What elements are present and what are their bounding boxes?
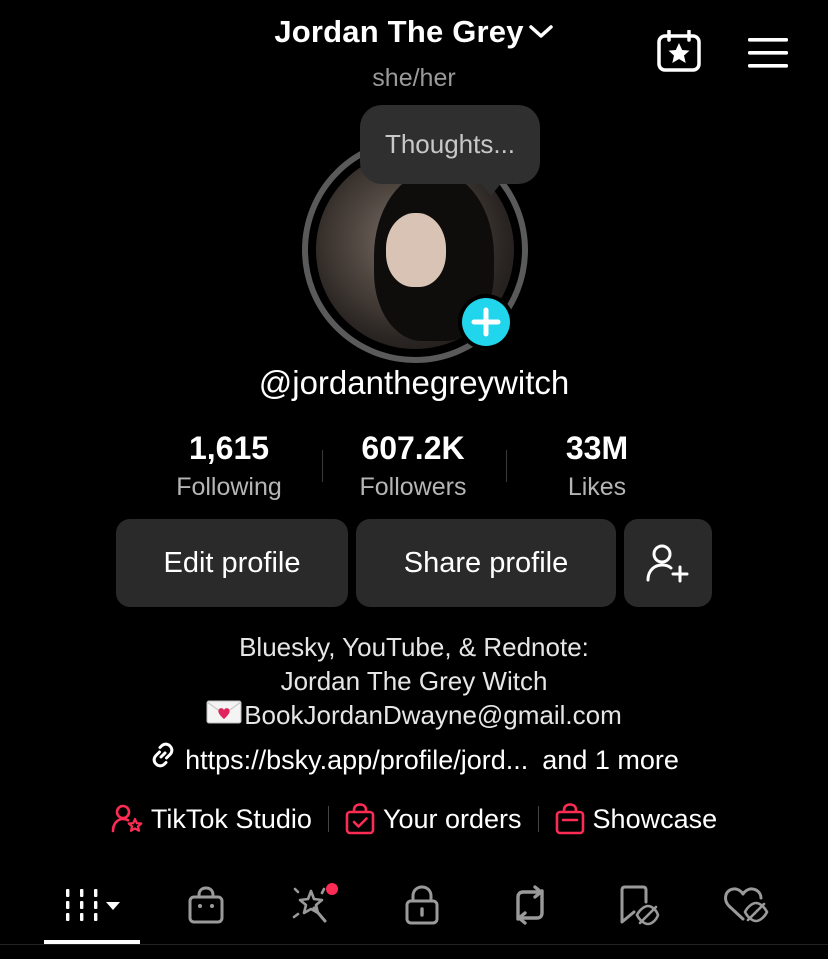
notification-dot (326, 883, 338, 895)
stat-followers[interactable]: 607.2K Followers (323, 430, 503, 502)
videos-grid-icon (66, 889, 120, 921)
tab-reposts[interactable] (480, 870, 580, 940)
shop-bag-icon (188, 886, 224, 924)
bio-link-url[interactable]: https://bsky.app/profile/jord... (185, 745, 528, 776)
add-story-button[interactable] (458, 294, 514, 350)
tab-videos[interactable] (42, 870, 142, 940)
more-links-button[interactable]: and 1 more (542, 745, 679, 776)
thoughts-text: Thoughts... (384, 129, 516, 159)
bio-email-line: BookJordanDwayne@gmail.com (0, 700, 828, 731)
edit-profile-button[interactable]: Edit profile (116, 519, 348, 607)
chevron-down-icon (528, 23, 554, 46)
hamburger-menu-icon[interactable] (746, 36, 790, 70)
username-handle: @jordanthegreywitch (258, 364, 570, 401)
bio-email: BookJordanDwayne@gmail.com (244, 700, 622, 730)
your-orders-link[interactable]: Your orders (345, 803, 522, 835)
stat-likes[interactable]: 33M Likes (507, 430, 687, 502)
calendar-star-icon[interactable] (656, 29, 704, 74)
lock-icon (405, 885, 439, 925)
stat-label: Followers (359, 473, 467, 501)
profile-content-tabs (0, 870, 828, 959)
tabbar-divider (0, 944, 828, 945)
plus-icon (471, 307, 501, 337)
tab-shop[interactable] (156, 870, 256, 940)
liked-hidden-icon (724, 887, 769, 923)
creator-tools-row: TikTok Studio Your orders Showcase (0, 803, 828, 835)
bio-links[interactable]: https://bsky.app/profile/jord... and 1 mo… (0, 741, 828, 776)
favorites-hidden-icon (620, 885, 660, 926)
sparkle-wand-icon (292, 883, 338, 923)
bio-line: Bluesky, YouTube, & Rednote: (239, 632, 589, 662)
tool-label: Your orders (382, 803, 522, 834)
creator-star-icon (111, 804, 143, 833)
shopping-bag-icon (555, 803, 584, 835)
stat-label: Likes (567, 473, 627, 501)
showcase-link[interactable]: Showcase (555, 803, 718, 835)
tab-liked[interactable] (696, 870, 796, 940)
bio-line: Jordan The Grey Witch (280, 666, 548, 696)
tiktok-studio-link[interactable]: TikTok Studio (111, 803, 312, 835)
tool-label: TikTok Studio (150, 803, 312, 834)
tab-favorites[interactable] (588, 870, 688, 940)
share-profile-button[interactable]: Share profile (356, 519, 616, 607)
tool-divider (537, 806, 539, 832)
tab-effects[interactable] (264, 870, 364, 940)
stat-value: 607.2K (361, 430, 465, 466)
shopping-bag-check-icon (345, 803, 375, 835)
add-friend-button[interactable] (624, 519, 712, 607)
repost-icon (516, 885, 544, 925)
stat-value: 1,615 (188, 430, 270, 466)
stat-label: Following (176, 473, 282, 501)
stat-following[interactable]: 1,615 Following (139, 430, 319, 502)
tab-private[interactable] (372, 870, 472, 940)
link-icon (149, 741, 177, 776)
stat-value: 33M (565, 430, 629, 466)
love-letter-icon (206, 700, 242, 731)
tool-divider (327, 806, 329, 832)
display-name: Jordan The Grey (274, 14, 524, 49)
bubble-tail (480, 182, 502, 196)
thoughts-bubble[interactable]: Thoughts... (360, 105, 540, 184)
add-user-icon (646, 544, 689, 583)
tool-label: Showcase (592, 803, 718, 834)
